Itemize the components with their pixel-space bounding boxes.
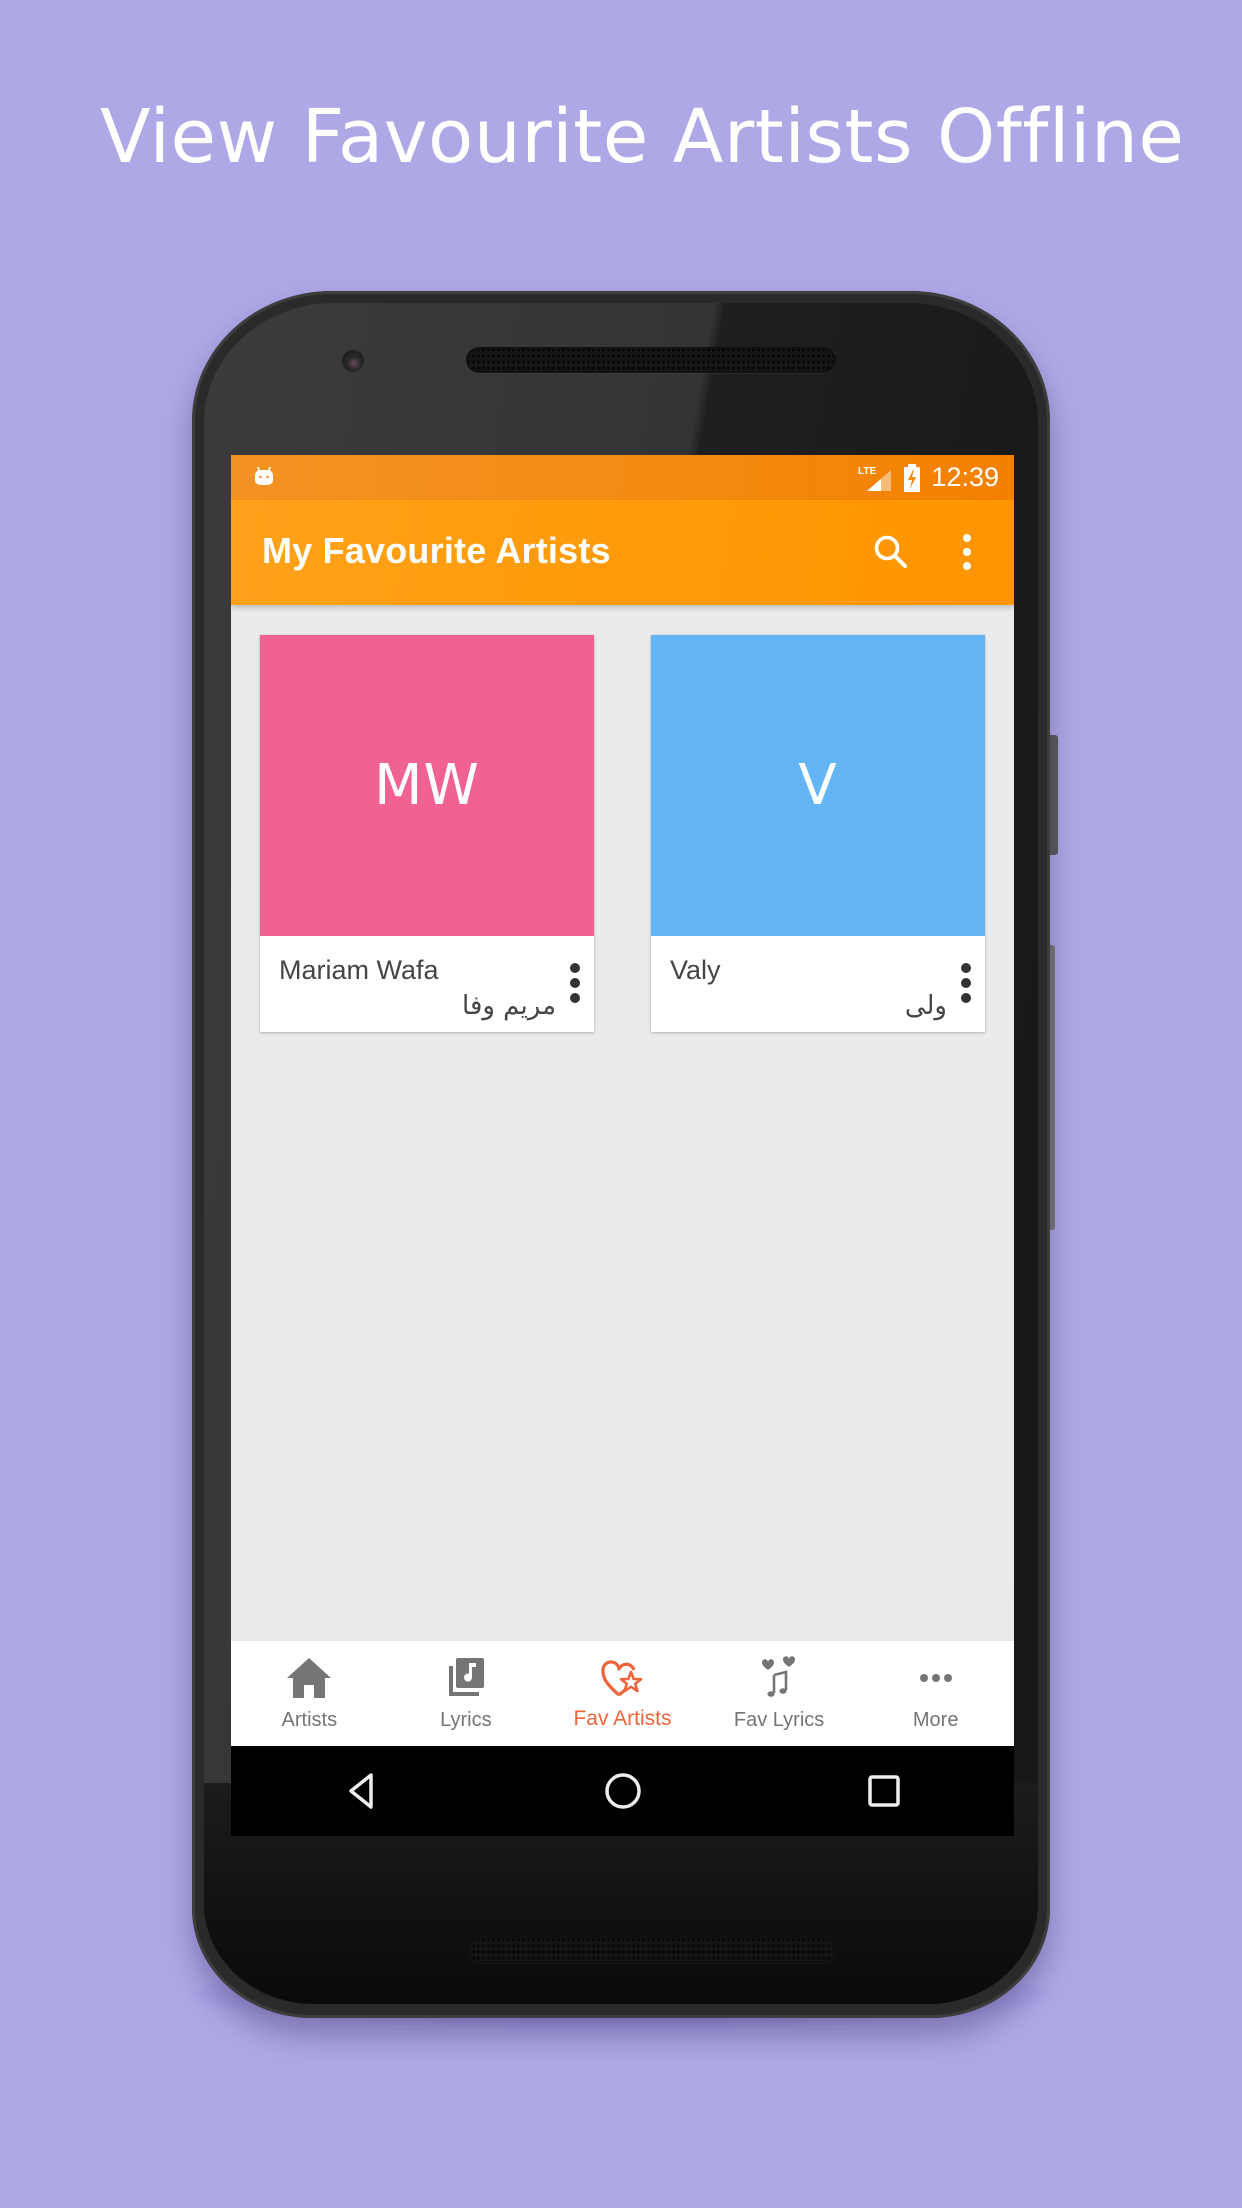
music-hearts-icon — [762, 1656, 796, 1697]
promo-page: View Favourite Artists Offline LTE 12:39… — [0, 0, 1242, 2208]
nav-item-lyrics[interactable]: Lyrics — [388, 1641, 545, 1746]
back-button[interactable] — [231, 1746, 492, 1836]
signal-icon: LTE — [858, 466, 892, 491]
network-type: LTE — [858, 466, 876, 477]
artist-native-name: ولی — [904, 991, 947, 1021]
home-circle-icon — [604, 1773, 641, 1809]
artist-card[interactable]: V Valy ولی — [651, 635, 985, 1032]
heart-star-icon — [601, 1660, 643, 1697]
status-icons: LTE 12:39 — [857, 455, 999, 500]
artist-thumbnail: V — [651, 635, 985, 936]
battery-charging-icon — [904, 463, 921, 492]
home-button[interactable] — [492, 1746, 753, 1836]
nav-label: More — [912, 1709, 959, 1731]
home-icon — [287, 1658, 332, 1698]
power-button — [1050, 735, 1058, 855]
nav-item-more[interactable]: More — [857, 1641, 1014, 1746]
android-icon — [255, 466, 273, 485]
status-time: 12:39 — [931, 462, 999, 492]
library-music-icon — [448, 1658, 484, 1696]
card-more-icon[interactable] — [566, 961, 584, 1005]
app-bar: My Favourite Artists — [231, 500, 1014, 605]
top-speaker — [466, 347, 836, 373]
volume-button — [1050, 945, 1055, 1230]
artist-initials: MW — [374, 753, 480, 818]
promo-headline: View Favourite Artists Offline — [100, 94, 1185, 180]
search-icon[interactable] — [871, 532, 911, 572]
nav-item-fav-lyrics[interactable]: Fav Lyrics — [701, 1641, 858, 1746]
artist-name: Valy — [670, 955, 721, 985]
artist-name: Mariam Wafa — [279, 955, 439, 985]
artist-thumbnail: MW — [260, 635, 594, 936]
system-navigation-bar — [231, 1746, 1014, 1836]
back-icon — [348, 1773, 373, 1809]
nav-label: Fav Lyrics — [733, 1709, 825, 1731]
front-camera — [342, 350, 364, 372]
bottom-navigation: Artists Lyrics Fav Artists Fav Lyrics Mo… — [231, 1640, 1014, 1746]
nav-label: Artists — [281, 1709, 338, 1731]
nav-label: Lyrics — [440, 1709, 492, 1731]
phone-screen: LTE 12:39 My Favourite Artists MW Mariam… — [231, 455, 1014, 1836]
card-more-icon[interactable] — [957, 961, 975, 1005]
status-bar: LTE 12:39 — [231, 455, 1014, 500]
artist-native-name: مریم وفا — [462, 991, 556, 1021]
favourite-artists-grid: MW Mariam Wafa مریم وفا V Valy ولی — [231, 605, 1014, 1640]
more-horiz-icon — [919, 1674, 952, 1682]
recents-button[interactable] — [753, 1746, 1014, 1836]
nav-item-fav-artists[interactable]: Fav Artists — [544, 1641, 701, 1746]
artist-card[interactable]: MW Mariam Wafa مریم وفا — [260, 635, 594, 1032]
bottom-speaker — [466, 1937, 836, 1963]
artist-initials: V — [798, 753, 838, 818]
more-vert-icon[interactable] — [953, 530, 981, 574]
recents-icon — [867, 1775, 900, 1807]
nav-item-artists[interactable]: Artists — [231, 1641, 388, 1746]
nav-label: Fav Artists — [573, 1707, 672, 1730]
app-bar-title: My Favourite Artists — [262, 530, 611, 571]
